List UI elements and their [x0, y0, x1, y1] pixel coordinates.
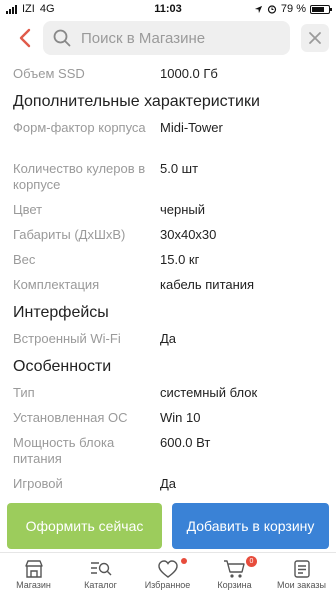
spec-value: Midi-Tower	[160, 120, 223, 135]
spec-value: 15.0 кг	[160, 252, 200, 267]
cart-icon	[223, 560, 245, 578]
close-button[interactable]	[301, 24, 329, 52]
spec-value: Да	[160, 476, 177, 491]
tab-label: Каталог	[84, 580, 117, 590]
tab-label: Магазин	[16, 580, 51, 590]
spec-key: Комплектация	[13, 277, 100, 292]
spec-key: Объем SSD	[13, 66, 85, 81]
orders-icon	[293, 560, 310, 578]
tab-label: Корзина	[217, 580, 252, 590]
search-input[interactable]	[79, 28, 273, 48]
spec-value: 30х40х30	[160, 227, 217, 242]
add-to-cart-button[interactable]: Добавить в корзину	[172, 503, 329, 549]
tab-label: Мои заказы	[277, 580, 326, 590]
tab-favorites[interactable]: Избранное	[134, 553, 201, 599]
tab-orders[interactable]: Мои заказы	[268, 553, 335, 599]
spec-key: Цвет	[13, 202, 43, 217]
shop-icon	[24, 560, 43, 578]
tab-shop[interactable]: Магазин	[0, 553, 67, 599]
spec-value: 5.0 шт	[160, 161, 199, 176]
tab-bar: Магазин Каталог Избранное 0 Корзина Мои …	[0, 552, 336, 599]
alarm-icon	[267, 5, 277, 14]
search-header	[0, 18, 336, 58]
action-bar: Оформить сейчас Добавить в корзину	[0, 500, 336, 554]
battery-percent: 79 %	[280, 3, 306, 15]
section-title-additional: Дополнительные характеристики	[13, 93, 260, 110]
section-title-features: Особенности	[13, 358, 112, 375]
buy-now-button[interactable]: Оформить сейчас	[7, 503, 162, 549]
battery-icon	[310, 4, 332, 14]
tab-catalog[interactable]: Каталог	[67, 553, 134, 599]
heart-icon	[157, 560, 178, 578]
spec-key: Мощность блока питания	[13, 435, 115, 466]
close-icon	[309, 32, 321, 44]
spec-value: 600.0 Вт	[160, 435, 211, 450]
back-arrow-icon[interactable]	[14, 26, 38, 50]
favorites-dot	[181, 558, 187, 564]
status-bar: IZI 4G 11:03 79 %	[0, 0, 336, 18]
search-icon	[53, 29, 71, 47]
location-icon	[254, 5, 263, 13]
spec-value: 1000.0 Гб	[160, 66, 218, 81]
spec-key: Встроенный Wi-Fi	[13, 331, 121, 346]
spec-value: Win 10	[160, 410, 201, 425]
tab-cart[interactable]: 0 Корзина	[201, 553, 268, 599]
tab-label: Избранное	[144, 580, 191, 590]
spec-value: кабель питания	[160, 277, 255, 292]
spec-key: Вес	[13, 252, 36, 267]
spec-key: Тип	[13, 385, 35, 400]
status-right: 79 %	[254, 3, 332, 15]
spec-value: черный	[160, 202, 206, 217]
catalog-search-icon	[90, 562, 111, 576]
spec-value: системный блок	[160, 385, 258, 400]
spec-value: Да	[160, 331, 177, 346]
spec-key: Установленная ОС	[13, 410, 128, 425]
spec-key: Количество кулеров в корпусе	[13, 161, 146, 192]
section-title-interfaces: Интерфейсы	[13, 304, 109, 321]
cart-badge: 0	[246, 556, 257, 567]
spec-key: Форм-фактор корпуса	[13, 120, 146, 135]
spec-key: Габариты (ДхШхВ)	[13, 227, 126, 242]
search-field[interactable]	[43, 21, 290, 55]
spec-key: Игровой	[13, 476, 63, 491]
